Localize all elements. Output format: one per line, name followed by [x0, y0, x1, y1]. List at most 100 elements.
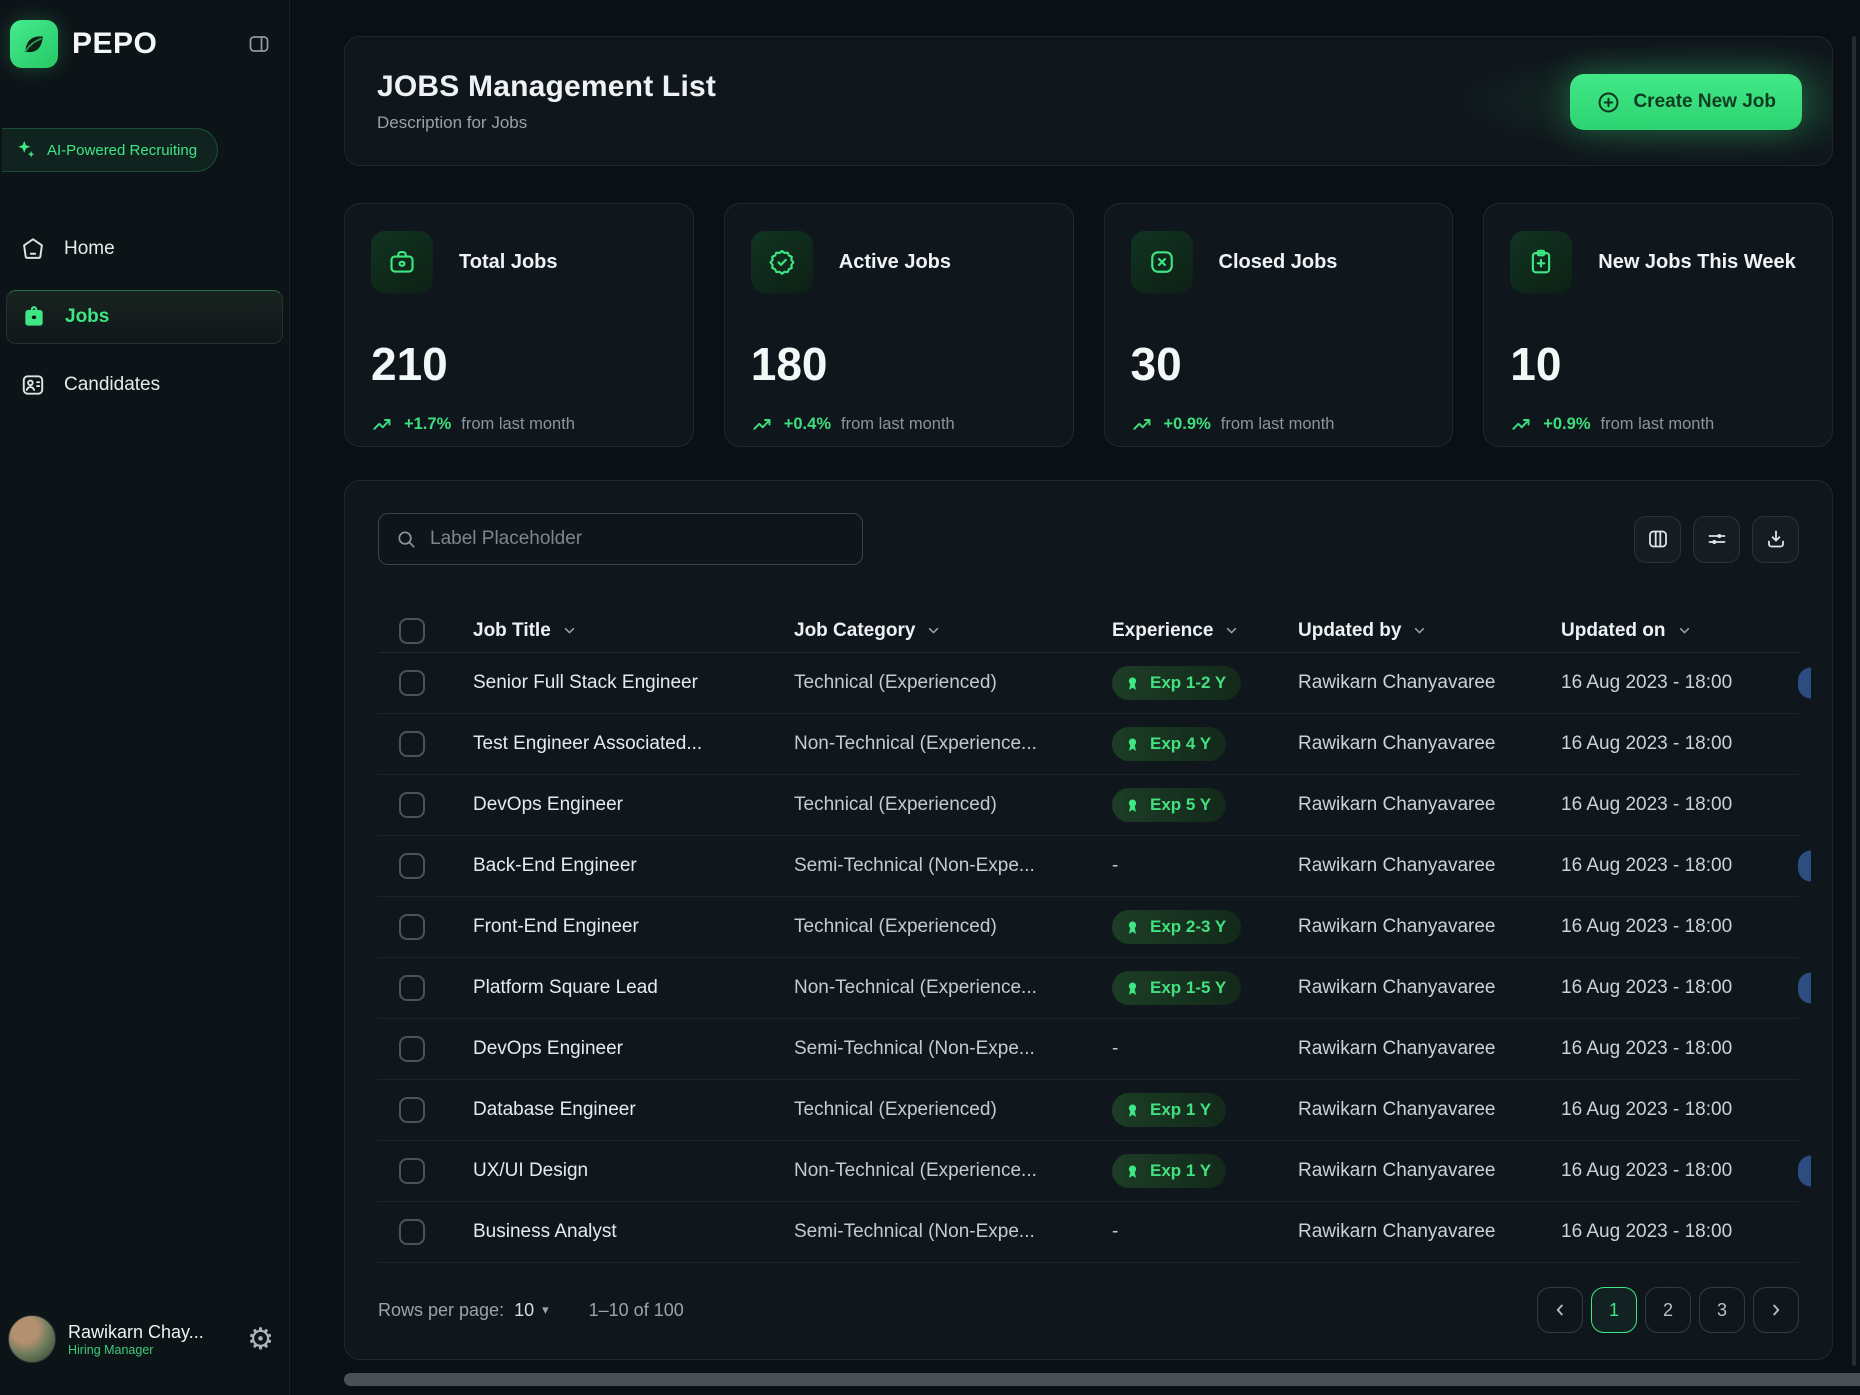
job-title-cell: DevOps Engineer	[473, 794, 794, 816]
job-title-cell: Platform Square Lead	[473, 977, 794, 999]
ai-badge-label: AI-Powered Recruiting	[47, 142, 197, 159]
rows-per-page-select[interactable]: 10 ▾	[514, 1300, 549, 1321]
sidebar-item-candidates[interactable]: Candidates	[6, 358, 283, 412]
experience-badge: Exp 1 Y	[1112, 1093, 1226, 1127]
job-category-cell: Technical (Experienced)	[794, 672, 1112, 694]
plus-circle-icon	[1596, 90, 1621, 115]
trending-up-icon	[1510, 413, 1533, 436]
table-footer: Rows per page: 10 ▾ 1–10 of 100 1 2 3	[378, 1287, 1799, 1333]
stats-row: Total Jobs 210 +1.7% from last month Act…	[344, 203, 1833, 447]
sidebar-item-jobs[interactable]: Jobs	[6, 290, 283, 344]
app-window: PEPO AI-Powered Recruiting Home	[0, 0, 1860, 1395]
experience-badge: Exp 1 Y	[1112, 1154, 1226, 1188]
page-button-3[interactable]: 3	[1699, 1287, 1745, 1333]
stat-caption: from last month	[461, 415, 575, 434]
table-row[interactable]: Senior Full Stack Engineer Technical (Ex…	[378, 653, 1799, 714]
table-row[interactable]: Front-End Engineer Technical (Experience…	[378, 897, 1799, 958]
horizontal-scrollbar[interactable]	[344, 1373, 1860, 1386]
user-role: Hiring Manager	[68, 1343, 204, 1357]
page-button-1[interactable]: 1	[1591, 1287, 1637, 1333]
vertical-scrollbar[interactable]	[1852, 36, 1856, 1366]
user-avatar	[8, 1315, 56, 1363]
home-icon	[18, 236, 48, 262]
settings-gear-icon[interactable]: ⚙	[247, 1322, 274, 1357]
stat-value: 210	[371, 337, 667, 391]
row-checkbox[interactable]	[399, 975, 425, 1001]
chevron-down-icon	[561, 622, 578, 639]
rows-per-page-label: Rows per page:	[378, 1300, 504, 1321]
previous-page-button[interactable]	[1537, 1287, 1583, 1333]
x-square-icon	[1131, 231, 1193, 293]
experience-cell: Exp 1-2 Y	[1112, 666, 1298, 700]
job-category-cell: Technical (Experienced)	[794, 1099, 1112, 1121]
stat-card-new-jobs: New Jobs This Week 10 +0.9% from last mo…	[1483, 203, 1833, 447]
sidebar-item-label: Jobs	[65, 306, 109, 328]
column-header-experience[interactable]: Experience	[1112, 620, 1298, 642]
stat-label: Active Jobs	[839, 251, 951, 274]
table-row[interactable]: DevOps Engineer Semi-Technical (Non-Expe…	[378, 1019, 1799, 1080]
search-input[interactable]	[430, 528, 846, 550]
job-category-cell: Semi-Technical (Non-Expe...	[794, 1221, 1112, 1243]
sidebar-collapse-icon[interactable]	[247, 32, 271, 56]
sidebar-item-label: Home	[64, 238, 115, 260]
updated-by-cell: Rawikarn Chanyavaree	[1298, 916, 1561, 938]
experience-cell: Exp 5 Y	[1112, 788, 1298, 822]
updated-by-cell: Rawikarn Chanyavaree	[1298, 1038, 1561, 1060]
table-row[interactable]: Back-End Engineer Semi-Technical (Non-Ex…	[378, 836, 1799, 897]
column-header-updated-on[interactable]: Updated on	[1561, 620, 1799, 642]
search-box[interactable]	[378, 513, 863, 565]
row-checkbox[interactable]	[399, 792, 425, 818]
next-page-button[interactable]	[1753, 1287, 1799, 1333]
table-row[interactable]: Platform Square Lead Non-Technical (Expe…	[378, 958, 1799, 1019]
row-checkbox[interactable]	[399, 853, 425, 879]
row-checkbox[interactable]	[399, 914, 425, 940]
row-checkbox[interactable]	[399, 1158, 425, 1184]
experience-badge: Exp 4 Y	[1112, 727, 1226, 761]
table-row[interactable]: UX/UI Design Non-Technical (Experience..…	[378, 1141, 1799, 1202]
row-checkbox[interactable]	[399, 1219, 425, 1245]
page-button-2[interactable]: 2	[1645, 1287, 1691, 1333]
sidebar-item-home[interactable]: Home	[6, 222, 283, 276]
columns-button[interactable]	[1634, 516, 1681, 563]
table-toolbar	[378, 513, 1799, 565]
user-profile[interactable]: Rawikarn Chay... Hiring Manager ⚙	[0, 1315, 290, 1363]
select-all-checkbox[interactable]	[399, 618, 425, 644]
column-header-job-category[interactable]: Job Category	[794, 620, 1112, 642]
chevron-down-icon	[1223, 622, 1240, 639]
table-row[interactable]: Test Engineer Associated... Non-Technica…	[378, 714, 1799, 775]
filter-sliders-button[interactable]	[1693, 516, 1740, 563]
column-header-job-title[interactable]: Job Title	[473, 620, 794, 642]
trending-up-icon	[751, 413, 774, 436]
stat-delta: +0.4%	[784, 415, 831, 434]
job-category-cell: Technical (Experienced)	[794, 916, 1112, 938]
column-header-updated-by[interactable]: Updated by	[1298, 620, 1561, 642]
updated-on-cell: 16 Aug 2023 - 18:00	[1561, 977, 1799, 999]
job-category-cell: Non-Technical (Experience...	[794, 733, 1112, 755]
job-title-cell: Back-End Engineer	[473, 855, 794, 877]
job-title-cell: Front-End Engineer	[473, 916, 794, 938]
stat-value: 180	[751, 337, 1047, 391]
stat-value: 30	[1131, 337, 1427, 391]
user-name: Rawikarn Chay...	[68, 1321, 204, 1344]
updated-by-cell: Rawikarn Chanyavaree	[1298, 1221, 1561, 1243]
download-button[interactable]	[1752, 516, 1799, 563]
row-checkbox[interactable]	[399, 731, 425, 757]
table-row[interactable]: Database Engineer Technical (Experienced…	[378, 1080, 1799, 1141]
experience-cell: Exp 2-3 Y	[1112, 910, 1298, 944]
updated-on-cell: 16 Aug 2023 - 18:00	[1561, 1160, 1799, 1182]
row-checkbox[interactable]	[399, 670, 425, 696]
experience-badge: Exp 5 Y	[1112, 788, 1226, 822]
job-title-cell: Database Engineer	[473, 1099, 794, 1121]
updated-on-cell: 16 Aug 2023 - 18:00	[1561, 1221, 1799, 1243]
stat-value: 10	[1510, 337, 1806, 391]
row-checkbox[interactable]	[399, 1097, 425, 1123]
table-row[interactable]: DevOps Engineer Technical (Experienced) …	[378, 775, 1799, 836]
pepo-logo	[10, 20, 58, 68]
row-checkbox[interactable]	[399, 1036, 425, 1062]
create-new-job-button[interactable]: Create New Job	[1570, 74, 1802, 130]
table-row[interactable]: Business Analyst Semi-Technical (Non-Exp…	[378, 1202, 1799, 1263]
stat-caption: from last month	[841, 415, 955, 434]
updated-by-cell: Rawikarn Chanyavaree	[1298, 672, 1561, 694]
stat-delta: +1.7%	[404, 415, 451, 434]
experience-badge: Exp 2-3 Y	[1112, 910, 1241, 944]
